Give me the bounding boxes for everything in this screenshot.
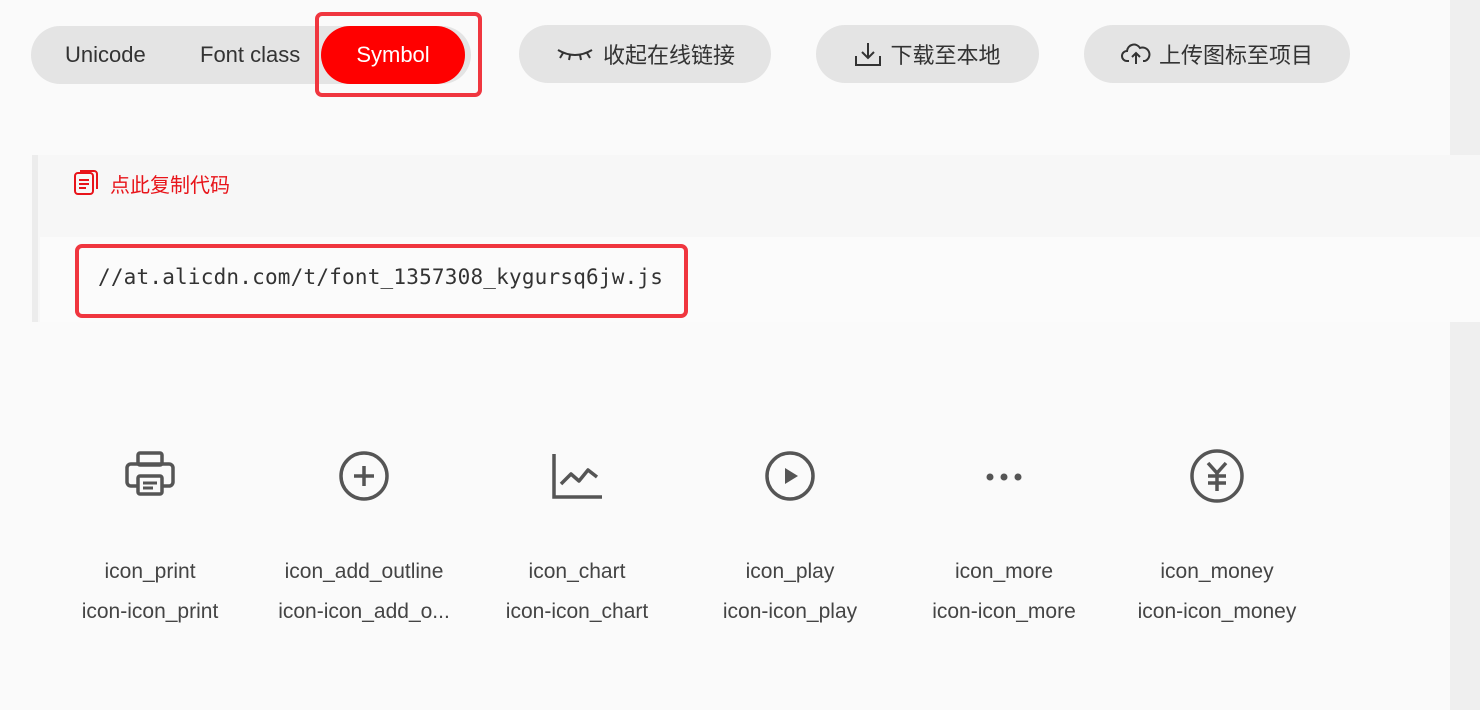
icon-class-label: icon-icon_play: [722, 600, 858, 623]
icon-class-label: icon-icon_print: [81, 600, 219, 623]
download-icon: [855, 43, 882, 66]
more-icon: [986, 473, 1022, 481]
icon-name-label: icon_add_outline: [284, 560, 444, 583]
scrollbar-track[interactable]: [1450, 0, 1480, 710]
cloud-upload-icon: [1121, 43, 1151, 64]
download-local-button[interactable]: 下载至本地: [816, 25, 1039, 83]
closed-eye-icon: [557, 49, 593, 61]
icon-card-print[interactable]: icon_print icon-icon_print: [50, 440, 250, 640]
download-local-label: 下载至本地: [890, 43, 1001, 68]
icon-name-label: icon_play: [745, 560, 835, 583]
icon-card-chart[interactable]: icon_chart icon-icon_chart: [477, 440, 677, 640]
icon-class-label: icon-icon_money: [1137, 600, 1297, 623]
add-outline-icon: [339, 451, 389, 501]
tab-font-class[interactable]: Font class: [200, 26, 300, 84]
icon-class-label: icon-icon_more: [932, 600, 1076, 623]
print-icon: [125, 451, 175, 496]
copy-code-label: 点此复制代码: [110, 174, 230, 197]
collapse-online-link-button[interactable]: 收起在线链接: [519, 25, 771, 83]
play-icon: [765, 451, 815, 501]
collapse-online-link-label: 收起在线链接: [602, 43, 735, 68]
code-url-highlight: [75, 244, 688, 318]
icon-name-label: icon_more: [954, 560, 1054, 583]
icon-card-money[interactable]: icon_money icon-icon_money: [1117, 440, 1317, 640]
icon-name-label: icon_print: [104, 560, 196, 583]
icon-class-label: icon-icon_add_o...: [278, 600, 450, 623]
iconfont-project-page: Unicode Font class Symbol 收起在线链接 下载至本地 上: [0, 0, 1480, 710]
icon-class-label: icon-icon_chart: [505, 600, 649, 623]
icon-card-more[interactable]: icon_more icon-icon_more: [904, 440, 1104, 640]
copy-code-link[interactable]: 点此复制代码: [72, 168, 230, 198]
tab-unicode[interactable]: Unicode: [65, 26, 146, 84]
upload-to-project-button[interactable]: 上传图标至项目: [1084, 25, 1350, 83]
copy-document-icon: [74, 170, 98, 195]
icon-name-label: icon_chart: [528, 560, 626, 583]
money-icon: [1190, 449, 1244, 503]
icon-name-label: icon_money: [1160, 560, 1274, 583]
symbol-tab-highlight: [315, 12, 482, 97]
chart-icon: [552, 454, 602, 499]
icon-card-add-outline[interactable]: icon_add_outline icon-icon_add_o...: [264, 440, 464, 640]
upload-to-project-label: 上传图标至项目: [1158, 43, 1313, 68]
icon-card-play[interactable]: icon_play icon-icon_play: [690, 440, 890, 640]
